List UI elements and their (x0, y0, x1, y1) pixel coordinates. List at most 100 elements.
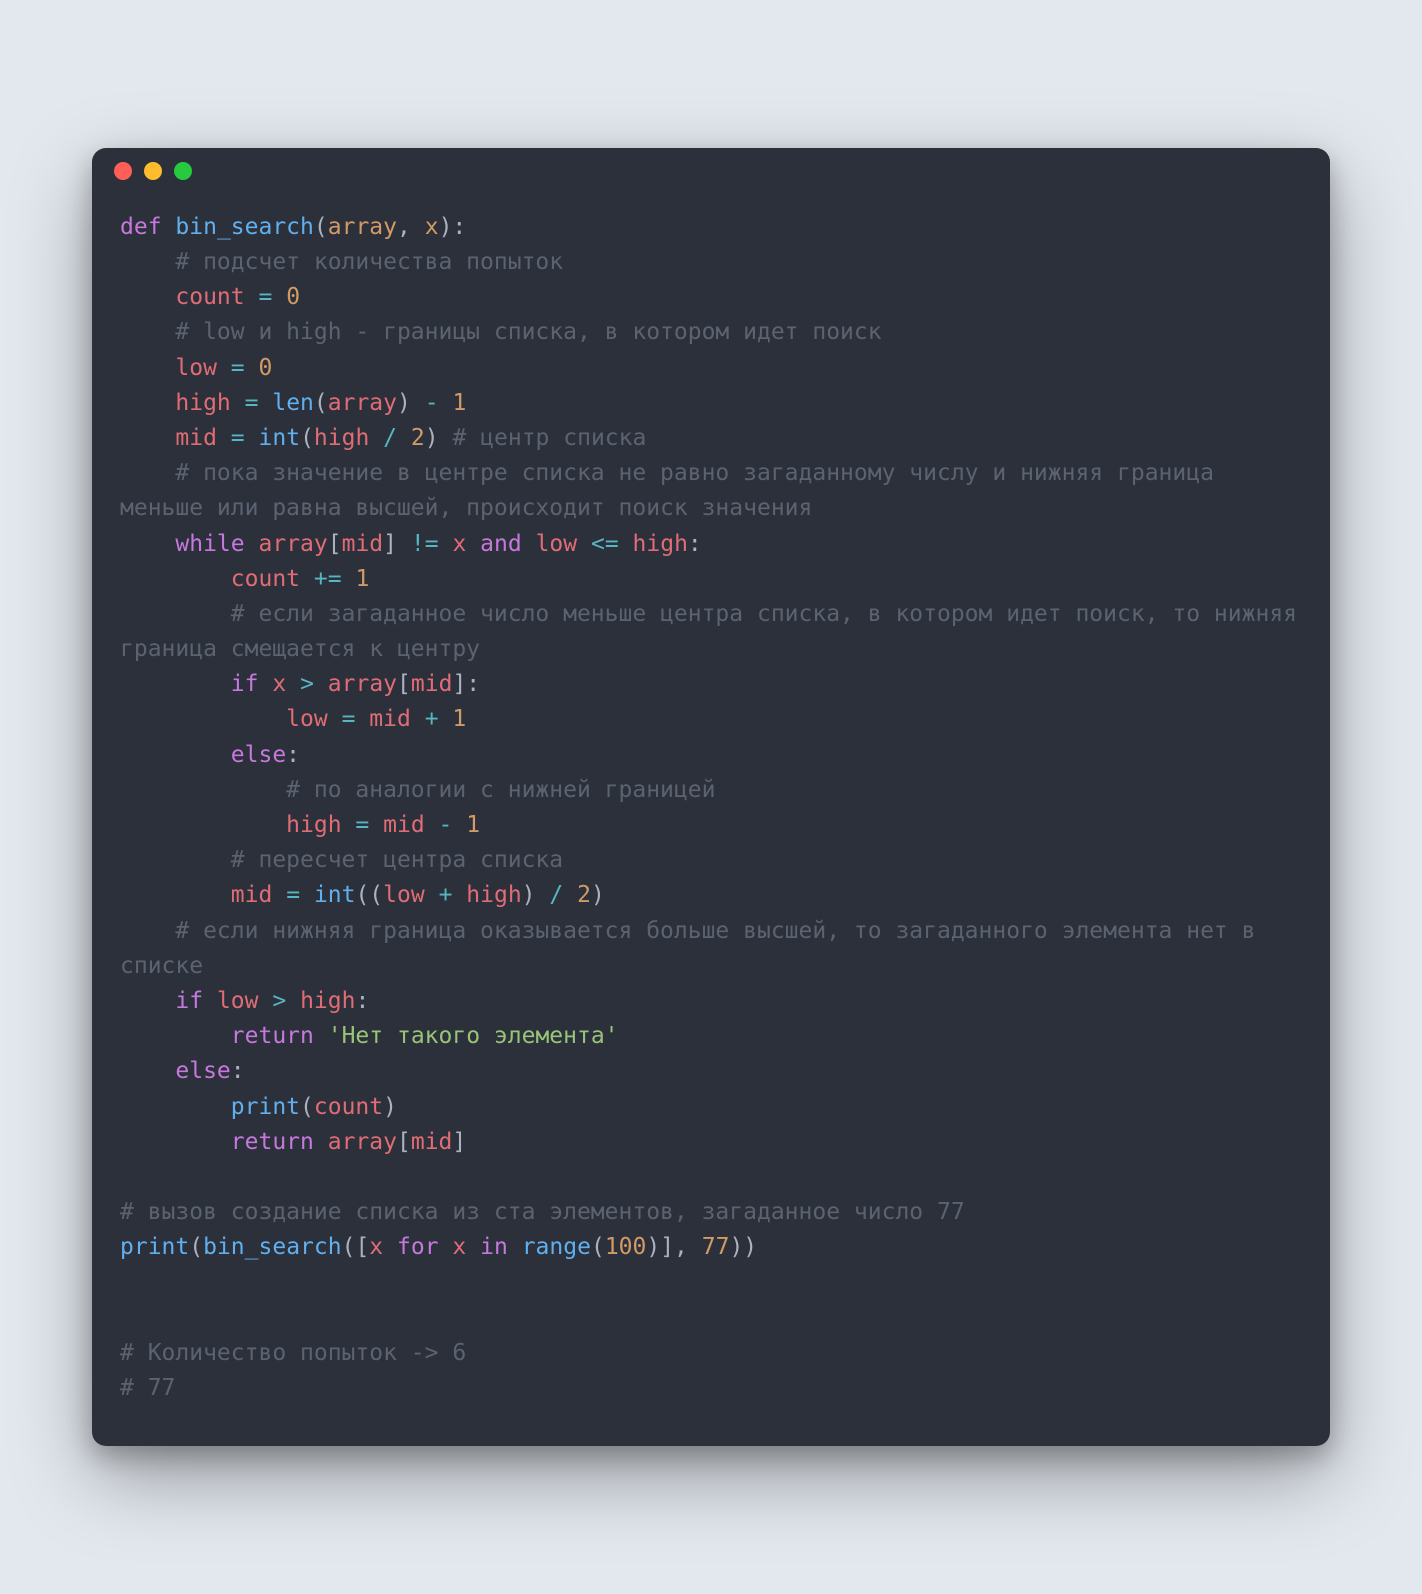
token-cmt: # Количество попыток -> 6 (120, 1340, 466, 1366)
token-kw: and (480, 531, 522, 557)
token-plain (342, 566, 356, 592)
token-punct: , (397, 214, 425, 240)
token-plain (328, 706, 342, 732)
token-op: = (231, 355, 245, 381)
token-plain (120, 390, 175, 416)
token-op: > (272, 988, 286, 1014)
token-plain (217, 355, 231, 381)
zoom-icon[interactable] (174, 162, 192, 180)
token-plain (217, 425, 231, 451)
token-cmt: # если нижняя граница оказывается больше… (120, 918, 1269, 979)
token-id: x (452, 531, 466, 557)
token-op: + (439, 882, 453, 908)
token-id: mid (369, 706, 411, 732)
token-fn: len (272, 390, 314, 416)
token-punct: [ (397, 1129, 411, 1155)
token-op: > (300, 671, 314, 697)
token-fn: bin_search (175, 214, 313, 240)
token-plain (383, 1234, 397, 1260)
token-kw: in (480, 1234, 508, 1260)
token-punct: ) (522, 882, 536, 908)
token-plain (286, 988, 300, 1014)
token-plain (300, 882, 314, 908)
code-block[interactable]: def bin_search(array, x): # подсчет коли… (120, 210, 1302, 1406)
token-id: low (286, 706, 328, 732)
token-id: mid (383, 812, 425, 838)
token-num: 0 (286, 284, 300, 310)
token-plain (120, 249, 175, 275)
token-id: array (328, 671, 397, 697)
token-plain (245, 425, 259, 451)
token-cmt: # подсчет количества попыток (175, 249, 563, 275)
token-op: = (355, 812, 369, 838)
token-num: 100 (605, 1234, 647, 1260)
token-plain (522, 531, 536, 557)
token-punct: ] (452, 1129, 466, 1155)
token-plain (272, 284, 286, 310)
token-plain (162, 214, 176, 240)
token-num: 1 (452, 390, 466, 416)
token-id: mid (175, 425, 217, 451)
token-plain (120, 460, 175, 486)
token-id: high (286, 812, 341, 838)
token-punct: ( (300, 425, 314, 451)
token-plain (120, 742, 231, 768)
token-punct: ( (189, 1234, 203, 1260)
token-punct: ( (314, 390, 328, 416)
token-plain (425, 812, 439, 838)
token-param: x (425, 214, 439, 240)
token-plain (120, 319, 175, 345)
token-plain (120, 1094, 231, 1120)
token-plain (466, 1234, 480, 1260)
token-plain (369, 425, 383, 451)
token-op: <= (591, 531, 619, 557)
token-plain (120, 425, 175, 451)
token-plain (120, 918, 175, 944)
token-plain (314, 671, 328, 697)
token-op: / (549, 882, 563, 908)
token-op: = (245, 390, 259, 416)
token-op: - (425, 390, 439, 416)
token-plain (355, 706, 369, 732)
token-plain (120, 566, 231, 592)
token-plain (466, 531, 480, 557)
minimize-icon[interactable] (144, 162, 162, 180)
token-plain (120, 355, 175, 381)
token-punct: )) (729, 1234, 757, 1260)
token-punct: )], (646, 1234, 701, 1260)
token-cmt: # если загаданное число меньше центра сп… (120, 601, 1311, 662)
token-kw: while (175, 531, 244, 557)
token-plain (508, 1234, 522, 1260)
token-plain (425, 882, 439, 908)
token-num: 1 (355, 566, 369, 592)
token-plain (259, 988, 273, 1014)
token-op: + (425, 706, 439, 732)
token-cmt: # вызов создание списка из ста элементов… (120, 1199, 965, 1225)
token-kw: return (231, 1023, 314, 1049)
token-cmt: # пока значение в центре списка не равно… (120, 460, 1228, 521)
token-plain (120, 1023, 231, 1049)
code-window: def bin_search(array, x): # подсчет коли… (92, 148, 1330, 1446)
token-plain (439, 1234, 453, 1260)
token-cmt: # low и high - границы списка, в котором… (175, 319, 881, 345)
token-punct: (( (355, 882, 383, 908)
token-id: mid (411, 671, 453, 697)
token-punct: ([ (342, 1234, 370, 1260)
window-titlebar (92, 148, 1330, 194)
token-plain (120, 882, 231, 908)
token-plain (439, 531, 453, 557)
token-plain (120, 284, 175, 310)
token-id: x (452, 1234, 466, 1260)
token-kw: return (231, 1129, 314, 1155)
token-num: 1 (452, 706, 466, 732)
token-id: x (369, 1234, 383, 1260)
close-icon[interactable] (114, 162, 132, 180)
token-cmt: # 77 (120, 1375, 175, 1401)
token-plain (536, 882, 550, 908)
token-punct: ) (591, 882, 605, 908)
token-id: low (217, 988, 259, 1014)
token-plain (439, 425, 453, 451)
token-num: 0 (259, 355, 273, 381)
token-num: 2 (411, 425, 425, 451)
token-op: = (259, 284, 273, 310)
